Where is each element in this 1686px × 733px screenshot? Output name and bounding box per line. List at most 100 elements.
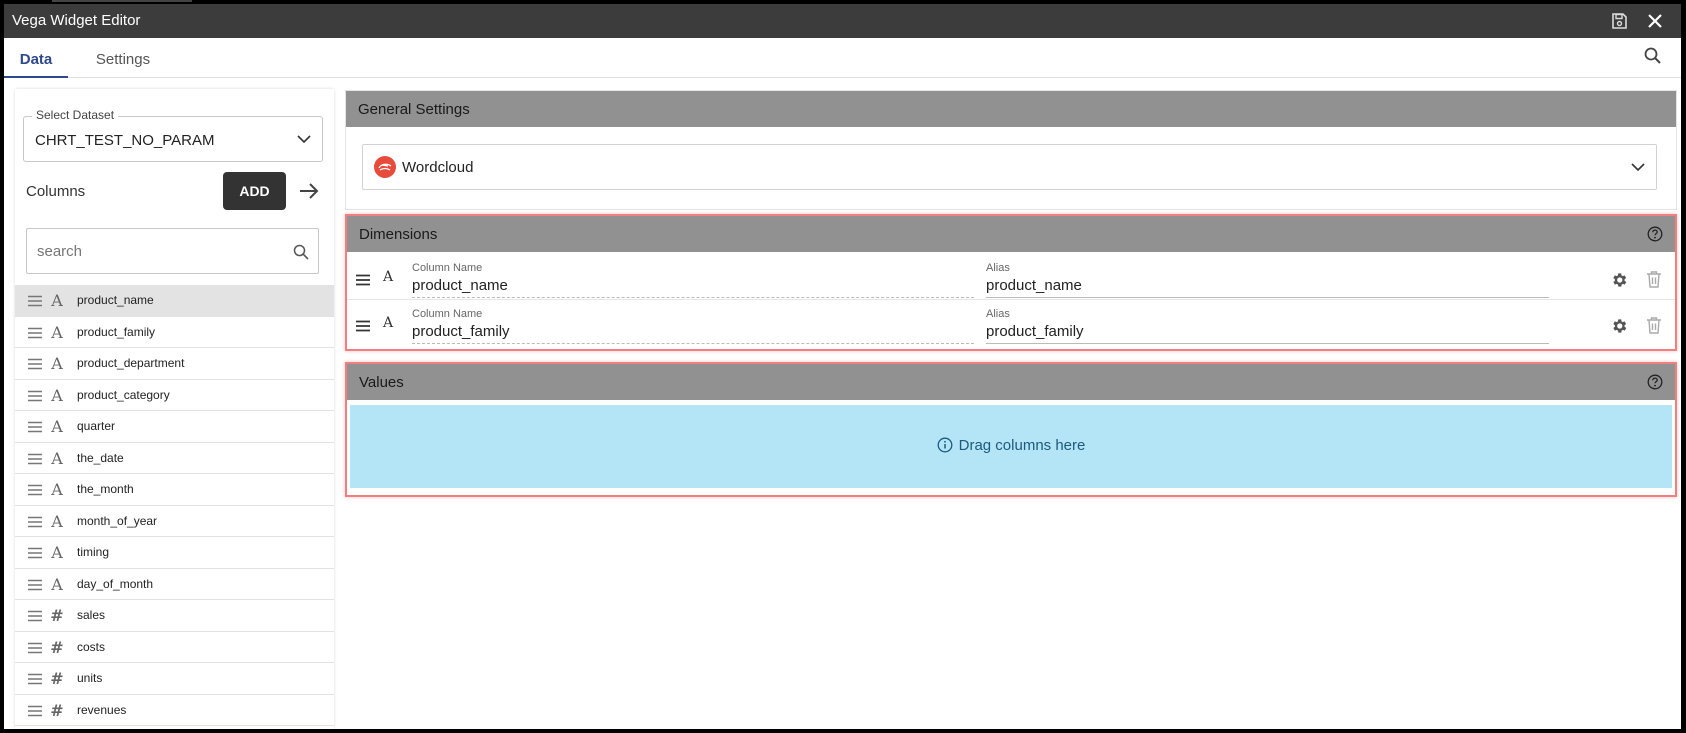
alias-input[interactable] [986, 321, 1549, 341]
title-bar: Vega Widget Editor [4, 4, 1681, 38]
search-icon[interactable] [1643, 46, 1663, 66]
general-settings-header: General Settings [346, 91, 1676, 127]
column-search-input[interactable] [37, 241, 277, 261]
save-icon[interactable] [1609, 11, 1629, 31]
general-settings-section: General Settings Wordcloud [345, 90, 1677, 210]
drag-handle-icon[interactable] [27, 704, 43, 716]
column-item[interactable]: Athe_month [15, 474, 334, 506]
columns-label: Columns [26, 183, 86, 200]
column-item[interactable]: Aday_of_month [15, 568, 334, 600]
dataset-select-value: CHRT_TEST_NO_PARAM [35, 132, 215, 149]
drag-handle-icon[interactable] [27, 483, 43, 496]
drag-handle-icon[interactable] [27, 357, 43, 370]
dimensions-section: Dimensions A Column Name Alias A Column Name… [345, 214, 1677, 351]
column-item[interactable]: Aproduct_name [15, 285, 334, 317]
tab-data[interactable]: Data [4, 38, 68, 78]
column-name-label: Column Name [412, 262, 483, 274]
alias-input[interactable] [986, 275, 1549, 295]
drag-handle-icon[interactable] [27, 452, 43, 464]
dimension-row: A Column Name Alias [347, 300, 1675, 348]
column-name-field: Column Name [412, 262, 974, 298]
column-item[interactable]: # costs [15, 631, 334, 663]
dataset-select[interactable]: Select Dataset CHRT_TEST_NO_PARAM [23, 108, 323, 162]
drag-handle-icon[interactable] [27, 672, 43, 685]
drag-handle-icon[interactable] [27, 420, 43, 433]
arrow-right-icon[interactable] [298, 181, 320, 201]
drag-handle-icon[interactable] [27, 294, 43, 307]
number-type-icon: # [50, 669, 64, 688]
text-type-icon: A [383, 269, 394, 285]
drag-handle-icon[interactable] [355, 273, 371, 286]
general-settings-title: General Settings [358, 101, 470, 118]
column-name-input[interactable] [412, 321, 974, 341]
info-icon [937, 437, 953, 453]
dropzone-message: Drag columns here [350, 437, 1672, 454]
top-strip-mark [52, 0, 192, 2]
gear-icon[interactable] [1610, 317, 1628, 335]
text-type-icon: A [51, 480, 63, 499]
gear-icon[interactable] [1610, 271, 1628, 289]
column-item[interactable]: Amonth_of_year [15, 505, 334, 537]
column-item-label: day_of_month [77, 576, 154, 591]
editor-window: Vega Widget Editor Data Settings Select … [4, 4, 1681, 729]
search-icon[interactable] [292, 243, 310, 261]
column-search-box [26, 228, 319, 274]
drag-handle-icon[interactable] [355, 319, 371, 332]
column-item-label: the_month [77, 482, 134, 496]
drag-handle-icon[interactable] [27, 546, 43, 559]
column-name-label: Column Name [412, 308, 483, 320]
dataset-select-label: Select Dataset [32, 108, 119, 122]
values-dropzone[interactable]: Drag columns here [350, 405, 1672, 488]
tab-bar: Data Settings [4, 38, 1681, 78]
column-item[interactable]: # revenues [15, 694, 334, 726]
text-type-icon: A [51, 291, 63, 310]
drag-handle-icon[interactable] [27, 578, 43, 590]
column-item-label: quarter [77, 419, 116, 433]
dropzone-text: Drag columns here [958, 437, 1086, 454]
column-item-label: costs [77, 639, 106, 654]
alias-label: Alias [986, 262, 1010, 274]
text-type-icon: A [51, 511, 63, 531]
values-title: Values [359, 374, 404, 391]
drag-handle-icon[interactable] [27, 609, 43, 622]
column-item-label: units [77, 671, 103, 685]
columns-panel: Select Dataset CHRT_TEST_NO_PARAM Column… [15, 89, 334, 729]
drag-handle-icon[interactable] [27, 389, 43, 401]
text-type-icon: A [383, 315, 394, 331]
close-icon[interactable] [1645, 11, 1665, 31]
trash-icon[interactable] [1645, 270, 1663, 289]
dimensions-header: Dimensions [347, 216, 1675, 252]
dimension-row: A Column Name Alias [347, 254, 1675, 302]
column-item[interactable]: Atiming [15, 537, 334, 569]
help-circle-icon[interactable] [1647, 226, 1663, 242]
column-item[interactable]: Aproduct_family [15, 316, 334, 348]
column-item-label: product_family [77, 324, 156, 339]
column-item-label: the_date [77, 450, 124, 465]
chart-type-select[interactable]: Wordcloud [362, 144, 1657, 190]
text-type-icon: A [51, 448, 63, 468]
drag-handle-icon[interactable] [27, 515, 43, 527]
wordcloud-logo-icon [374, 156, 396, 178]
text-type-icon: A [51, 385, 63, 405]
dimensions-title: Dimensions [359, 226, 438, 243]
column-item[interactable]: # units [15, 663, 334, 695]
add-button[interactable]: ADD [223, 172, 286, 210]
column-item-label: revenues [77, 702, 127, 717]
column-item[interactable]: Aproduct_category [15, 379, 334, 411]
help-circle-icon[interactable] [1647, 374, 1663, 390]
trash-icon[interactable] [1645, 316, 1663, 335]
column-name-input[interactable] [412, 275, 974, 295]
column-item[interactable]: Aquarter [15, 411, 334, 443]
drag-handle-icon[interactable] [27, 641, 43, 653]
values-section: Values Drag columns here [345, 362, 1677, 497]
tab-settings[interactable]: Settings [86, 38, 160, 78]
column-item[interactable]: Aproduct_department [15, 348, 334, 380]
column-item-label: product_department [77, 356, 185, 370]
column-item[interactable]: # sales [15, 600, 334, 632]
alias-field: Alias [986, 262, 1549, 298]
column-item-label: sales [77, 608, 106, 622]
number-type-icon: # [50, 606, 64, 625]
window-title: Vega Widget Editor [12, 12, 141, 29]
drag-handle-icon[interactable] [27, 326, 43, 338]
column-item[interactable]: Athe_date [15, 442, 334, 474]
